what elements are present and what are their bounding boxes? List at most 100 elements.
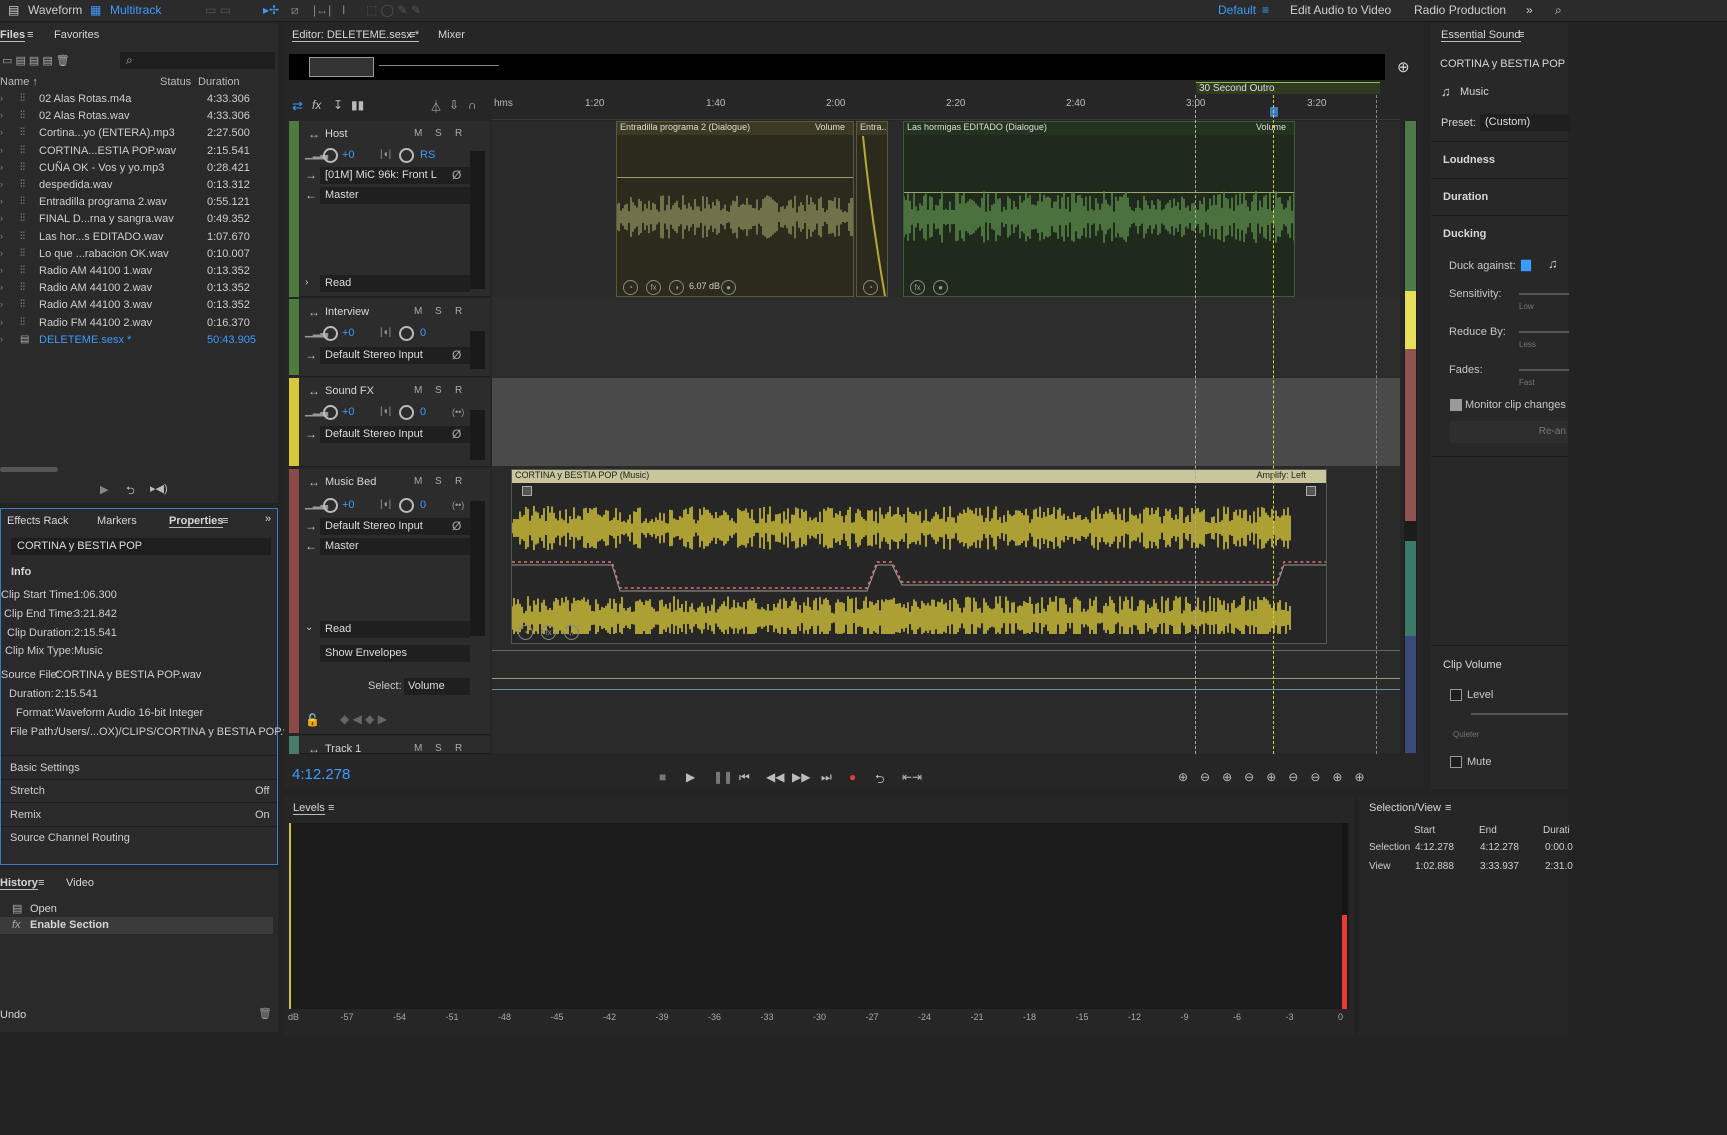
- col-status[interactable]: Status: [160, 76, 191, 88]
- automation-lane[interactable]: [492, 650, 1400, 651]
- workspace-edit-audio-video[interactable]: Edit Audio to Video: [1290, 3, 1391, 17]
- file-row[interactable]: › ⫶⫶ Radio AM 44100 1.wav 0:13.352: [0, 264, 278, 281]
- comment-icon[interactable]: ●: [721, 280, 736, 295]
- clip-start-value[interactable]: 1:06.300: [74, 589, 117, 601]
- col-name[interactable]: Name ↑: [0, 76, 38, 88]
- headphones-icon[interactable]: ∩: [468, 98, 477, 112]
- tab-editor[interactable]: Editor: DELETEME.sesx *: [292, 29, 420, 42]
- clip-param[interactable]: Amplify: Left: [1256, 470, 1306, 480]
- clip-end-value[interactable]: 3:21.842: [74, 608, 117, 620]
- workspace-default[interactable]: Default: [1218, 3, 1256, 17]
- overview-viewport[interactable]: [309, 57, 374, 77]
- volume-value[interactable]: +0: [342, 406, 355, 418]
- remix-value[interactable]: On: [255, 809, 270, 821]
- automation-line[interactable]: [492, 678, 1400, 679]
- file-row[interactable]: › ⫶⫶ Entradilla programa 2.wav 0:55.121: [0, 195, 278, 212]
- pan-knob[interactable]: [399, 405, 414, 420]
- time-ruler[interactable]: hms 1:20 1:40 2:00 2:20 2:40 3:00 3:20: [492, 95, 1400, 120]
- sensitivity-slider[interactable]: [1519, 293, 1569, 295]
- skip-forward-icon[interactable]: ⏭: [821, 770, 832, 785]
- music-icon[interactable]: ♫: [1548, 256, 1558, 271]
- file-row[interactable]: › ⫶⫶ despedida.wav 0:13.312: [0, 178, 278, 195]
- automation-mode-select[interactable]: Read: [320, 621, 470, 638]
- expand-arrow-icon[interactable]: ›: [0, 282, 3, 292]
- clip-fx-icon[interactable]: ◔: [863, 280, 878, 295]
- drag-handle-icon[interactable]: ↔: [308, 127, 320, 141]
- tab-properties[interactable]: Properties: [169, 515, 224, 528]
- input-phase-icon[interactable]: Ø: [452, 427, 461, 441]
- source-channel-routing[interactable]: Source Channel Routing: [10, 832, 130, 844]
- file-row[interactable]: › ⫶⫶ CORTINA...ESTIA POP.wav 2:15.541: [0, 144, 278, 161]
- panel-menu-icon[interactable]: ≡: [222, 515, 228, 527]
- stretch-label[interactable]: Stretch: [10, 785, 45, 797]
- dialogue-icon[interactable]: ▆: [1521, 256, 1531, 272]
- tab-history[interactable]: History: [0, 877, 38, 890]
- razor-tool-icon[interactable]: ⧄: [291, 3, 299, 18]
- multitrack-button[interactable]: Multitrack: [110, 3, 161, 17]
- track-name[interactable]: Host: [325, 128, 348, 140]
- tab-markers[interactable]: Markers: [97, 515, 137, 527]
- volume-value[interactable]: +0: [342, 327, 355, 339]
- record-arm-button[interactable]: R: [455, 743, 462, 754]
- info-section[interactable]: Info: [11, 566, 31, 578]
- input-select[interactable]: [01M] MiC 96k: Front L: [320, 167, 470, 184]
- lock-icon[interactable]: 🔓: [305, 713, 320, 727]
- solo-button[interactable]: S: [435, 306, 442, 317]
- volume-knob[interactable]: [323, 148, 338, 163]
- clip-duration-value[interactable]: 2:15.541: [74, 627, 117, 639]
- record-arm-button[interactable]: R: [455, 128, 462, 139]
- lane-sound-fx[interactable]: [492, 378, 1400, 466]
- input-icon[interactable]: ⇩: [449, 98, 459, 112]
- metronome-icon[interactable]: ⏃: [430, 98, 442, 115]
- expand-arrow-icon[interactable]: ›: [0, 127, 3, 137]
- expand-arrow-icon[interactable]: ›: [0, 299, 3, 309]
- input-phase-icon[interactable]: Ø: [452, 519, 461, 533]
- essential-title[interactable]: Essential Sound: [1441, 29, 1521, 42]
- pan-value[interactable]: 0: [420, 406, 426, 418]
- drag-handle-icon[interactable]: ↔: [308, 742, 320, 756]
- expand-arrow-icon[interactable]: ›: [0, 162, 3, 172]
- clip-entradilla[interactable]: Entradilla programa 2 (Dialogue) Volume ◔…: [616, 121, 854, 297]
- expand-arrow-icon[interactable]: ›: [0, 145, 3, 155]
- selection-end[interactable]: 4:12.278: [1480, 842, 1519, 853]
- input-phase-icon[interactable]: Ø: [452, 348, 461, 362]
- envelope-param-select[interactable]: Volume: [404, 678, 470, 695]
- automation-collapse-icon[interactable]: ⌄: [305, 622, 313, 633]
- waveform-button[interactable]: Waveform: [28, 3, 82, 17]
- playhead-handle[interactable]: [1270, 107, 1278, 117]
- marquee-icon[interactable]: ⬚ ◯ ✎ ✎: [366, 3, 421, 17]
- stereo-icon[interactable]: (••): [452, 500, 464, 510]
- move-tool-icon[interactable]: ▸✢: [263, 3, 279, 17]
- slip-tool-icon[interactable]: |↔|: [313, 3, 331, 17]
- solo-button[interactable]: S: [435, 128, 442, 139]
- volume-value[interactable]: +0: [342, 499, 355, 511]
- fx-icon[interactable]: fx: [541, 625, 556, 640]
- panel-menu-icon[interactable]: ≡: [38, 877, 44, 889]
- show-envelopes-select[interactable]: Show Envelopes: [320, 645, 470, 662]
- tab-effects-rack[interactable]: Effects Rack: [7, 515, 69, 527]
- clip-param[interactable]: Volume: [1256, 122, 1286, 132]
- expand-arrow-icon[interactable]: ›: [0, 231, 3, 241]
- spectral-icon[interactable]: ▭ ▭: [205, 3, 231, 17]
- stereo-icon[interactable]: (••): [452, 407, 464, 417]
- loop-icon[interactable]: ⮌: [126, 482, 135, 501]
- workspace-radio-production[interactable]: Radio Production: [1414, 3, 1506, 17]
- input-select[interactable]: Default Stereo Input: [320, 518, 470, 535]
- tab-files[interactable]: Files: [0, 29, 26, 42]
- pan-value[interactable]: RS: [420, 149, 435, 161]
- volume-knob[interactable]: [323, 405, 338, 420]
- file-row[interactable]: › ⫶⫶ Radio AM 44100 3.wav 0:13.352: [0, 298, 278, 315]
- eq-icon[interactable]: ▮▮: [351, 98, 364, 112]
- files-scrollbar[interactable]: [0, 467, 58, 472]
- record-icon[interactable]: ●: [849, 770, 856, 784]
- tab-favorites[interactable]: Favorites: [54, 29, 99, 41]
- record-arm-button[interactable]: R: [455, 385, 462, 396]
- clip-fx-icon[interactable]: ◔: [623, 280, 638, 295]
- current-time[interactable]: 4:12.278: [292, 766, 350, 783]
- sends-icon[interactable]: ↧: [333, 98, 343, 112]
- panel-menu-icon[interactable]: ≡: [27, 29, 33, 41]
- track-name[interactable]: Track 1: [325, 743, 361, 755]
- workspace-menu-icon[interactable]: ≡: [1262, 3, 1269, 17]
- expand-arrow-icon[interactable]: ›: [0, 334, 3, 344]
- preset-select[interactable]: (Custom): [1480, 114, 1570, 131]
